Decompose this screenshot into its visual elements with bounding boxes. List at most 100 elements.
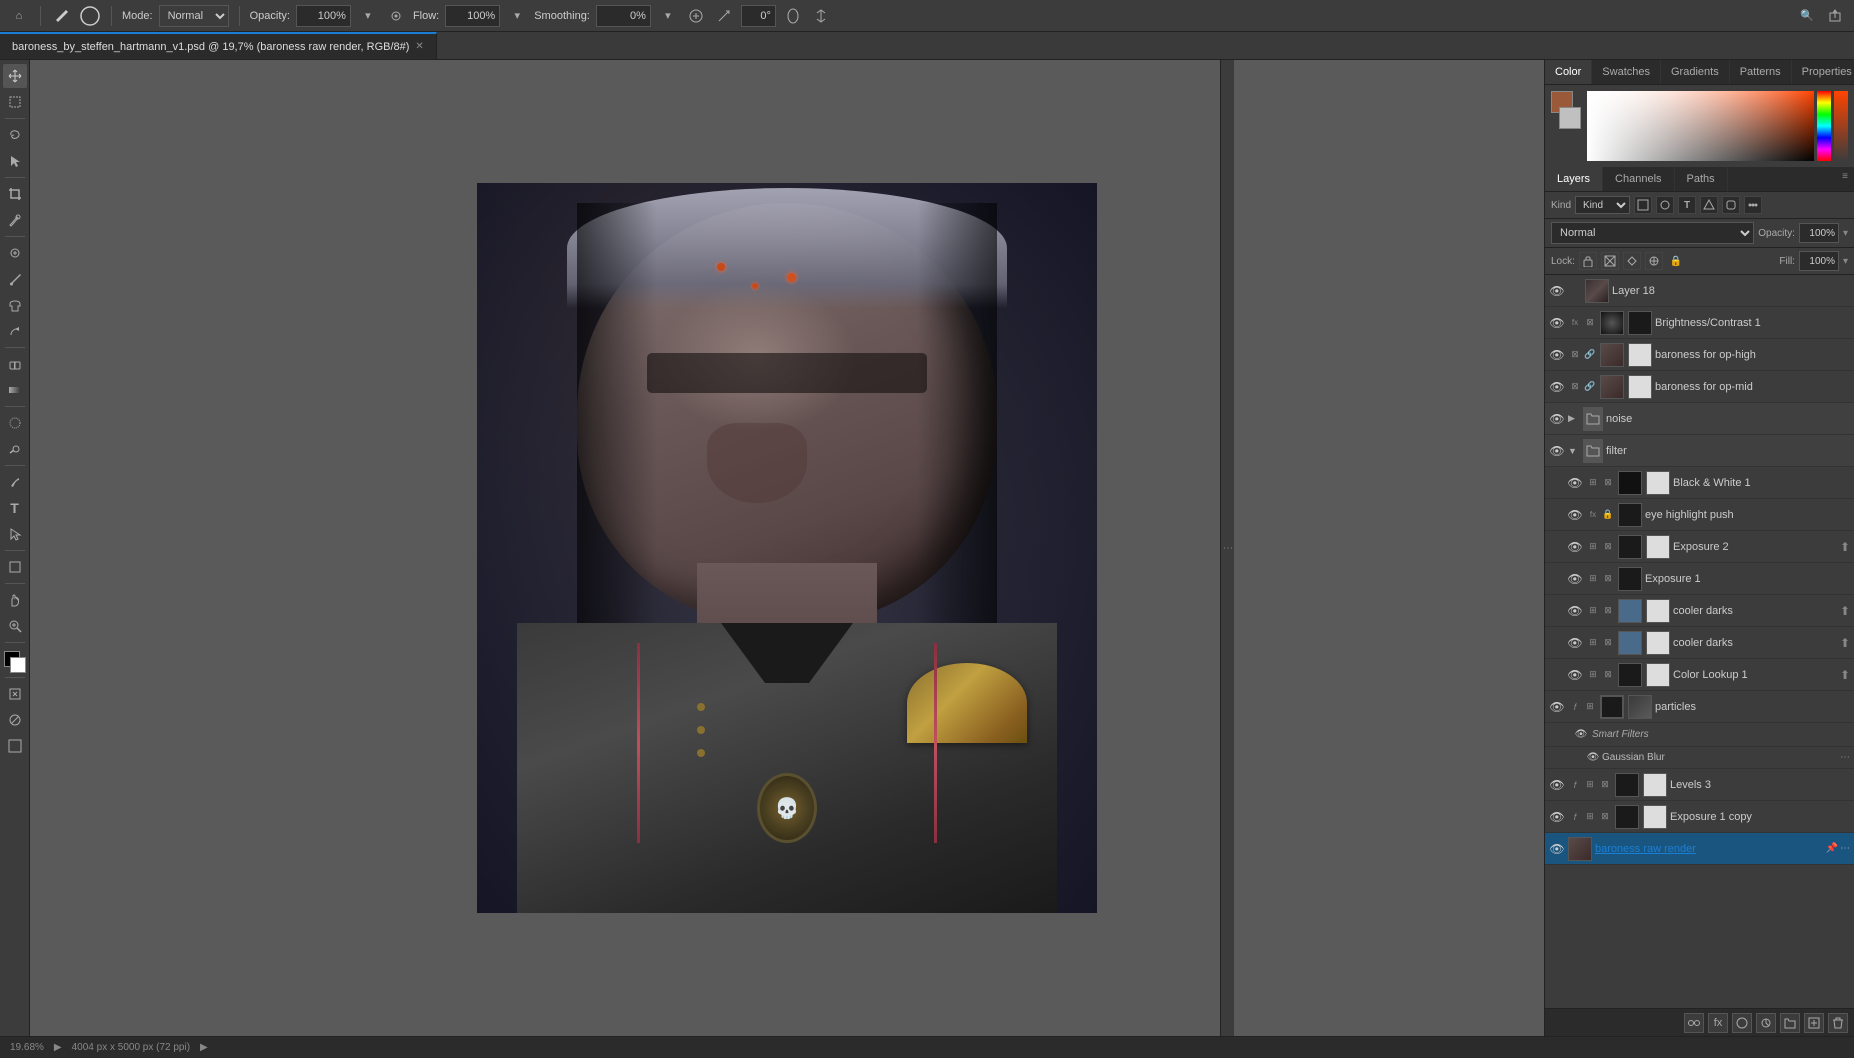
smoothing-expand-icon[interactable]: ▾ (657, 5, 679, 27)
filter-options-btn[interactable] (1744, 196, 1762, 214)
status-nav[interactable]: ▶ (200, 1042, 208, 1053)
layer-item[interactable]: 👁 fx ⊠ Brightness/Contrast 1 (1545, 307, 1854, 339)
symmetry-icon[interactable] (810, 5, 832, 27)
document-tab[interactable]: baroness_by_steffen_hartmann_v1.psd @ 19… (0, 32, 437, 59)
add-style-btn[interactable]: fx (1708, 1013, 1728, 1033)
more-icon[interactable]: ⋯ (1840, 843, 1850, 854)
tool-path-select[interactable] (3, 522, 27, 546)
status-expand[interactable]: ▶ (54, 1042, 62, 1053)
lock-position-btn[interactable] (1645, 252, 1663, 270)
home-icon[interactable]: ⌂ (8, 5, 30, 27)
color-spectrum[interactable] (1587, 91, 1814, 161)
blend-mode-select[interactable]: Normal (1551, 222, 1754, 244)
mode-select[interactable]: Normal (159, 5, 229, 27)
tool-lasso[interactable] (3, 123, 27, 147)
folder-expand-icon[interactable]: ▶ (1568, 413, 1580, 424)
collapse-handle[interactable]: ⋮ (1222, 543, 1233, 554)
visibility-eye[interactable]: 👁 (1549, 315, 1565, 331)
tab-patterns[interactable]: Patterns (1730, 60, 1792, 84)
layer-item[interactable]: 👁 baroness raw render 📌 ⋯ (1545, 833, 1854, 865)
tool-zoom[interactable] (3, 614, 27, 638)
visibility-eye[interactable]: 👁 (1549, 809, 1565, 825)
layer-item[interactable]: 👁 fx 🔒 eye highlight push (1545, 499, 1854, 531)
tool-history-brush[interactable] (3, 319, 27, 343)
visibility-eye[interactable]: 👁 (1549, 841, 1565, 857)
tab-swatches[interactable]: Swatches (1592, 60, 1661, 84)
layer-folder[interactable]: 👁 ▶ noise (1545, 403, 1854, 435)
visibility-eye[interactable]: 👁 (1549, 777, 1565, 793)
layer-item[interactable]: 👁 ⊞ ⊠ Color Lookup 1 ⬆ (1545, 659, 1854, 691)
tool-text[interactable]: T (3, 496, 27, 520)
fill-value[interactable] (1799, 251, 1839, 271)
smoothing-input[interactable] (596, 5, 651, 27)
visibility-eye[interactable]: 👁 (1549, 283, 1565, 299)
layer-item[interactable]: 👁 f ⊞ particles (1545, 691, 1854, 723)
lock-transparent-btn[interactable] (1579, 252, 1597, 270)
layers-panel-menu[interactable]: ≡ (1836, 167, 1854, 191)
add-layer-btn[interactable] (1804, 1013, 1824, 1033)
canvas-image[interactable]: 💀 (477, 183, 1097, 913)
tab-color[interactable]: Color (1545, 60, 1592, 84)
visibility-eye[interactable]: 👁 (1549, 411, 1565, 427)
layer-item[interactable]: 👁 ⊠ 🔗 baroness for op-mid (1545, 371, 1854, 403)
visibility-eye[interactable]: 👁 (1549, 379, 1565, 395)
share-icon[interactable] (1824, 5, 1846, 27)
tab-gradients[interactable]: Gradients (1661, 60, 1730, 84)
visibility-eye[interactable]: 👁 (1549, 443, 1565, 459)
layer-folder[interactable]: 👁 ▼ filter (1545, 435, 1854, 467)
filter-shape-btn[interactable] (1700, 196, 1718, 214)
pressure-icon[interactable] (782, 5, 804, 27)
flow-input[interactable] (445, 5, 500, 27)
visibility-eye[interactable]: 👁 (1567, 539, 1583, 555)
layer-item[interactable]: 👁 ⊠ 🔗 baroness for op-high (1545, 339, 1854, 371)
smoothing-options-icon[interactable] (685, 5, 707, 27)
visibility-eye[interactable]: 👁 (1567, 571, 1583, 587)
canvas-area[interactable]: 💀 ⋮ (30, 60, 1544, 1036)
filter-smart-btn[interactable] (1722, 196, 1740, 214)
search-icon[interactable]: 🔍 (1796, 5, 1818, 27)
tool-eyedropper[interactable] (3, 208, 27, 232)
tool-pen[interactable] (3, 470, 27, 494)
flow-expand-icon[interactable]: ▾ (506, 5, 528, 27)
opacity-value[interactable] (1799, 223, 1839, 243)
lock-artboard-btn[interactable] (1623, 252, 1641, 270)
fill-expand[interactable]: ▾ (1843, 256, 1848, 267)
pin-icon[interactable]: 📌 (1826, 843, 1838, 854)
delete-layer-btn[interactable] (1828, 1013, 1848, 1033)
link-layers-btn[interactable] (1684, 1013, 1704, 1033)
tool-artboard[interactable] (3, 90, 27, 114)
lock-all-btn[interactable]: 🔒 (1667, 252, 1685, 270)
tab-close-button[interactable]: ✕ (415, 41, 423, 52)
tool-move[interactable] (3, 64, 27, 88)
angle-input[interactable] (741, 5, 776, 27)
tab-layers[interactable]: Layers (1545, 167, 1603, 191)
layer-item[interactable]: 👁 ⊞ ⊠ cooler darks ⬆ (1545, 595, 1854, 627)
tool-dodge[interactable] (3, 437, 27, 461)
layer-item[interactable]: 👁 ⊞ ⊠ cooler darks ⬆ (1545, 627, 1854, 659)
opacity-expand[interactable]: ▾ (1843, 228, 1848, 239)
layer-item[interactable]: 👁 f ⊞ ⊠ Levels 3 (1545, 769, 1854, 801)
clipping-mask-icon[interactable]: ⬆ (1840, 636, 1850, 650)
visibility-eye[interactable]: 👁 (1549, 699, 1565, 715)
opacity-input[interactable] (296, 5, 351, 27)
visibility-eye[interactable]: 👁 (1567, 507, 1583, 523)
layer-item[interactable]: 👁 ⊞ ⊠ Black & White 1 (1545, 467, 1854, 499)
add-group-btn[interactable] (1780, 1013, 1800, 1033)
tool-shape[interactable] (3, 555, 27, 579)
tool-gradient[interactable] (3, 378, 27, 402)
kind-select[interactable]: Kind (1575, 196, 1630, 214)
tab-channels[interactable]: Channels (1603, 167, 1674, 191)
layer-item[interactable]: 👁 ⊞ ⊠ Exposure 2 ⬆ (1545, 531, 1854, 563)
clipping-mask-icon[interactable]: ⬆ (1840, 604, 1850, 618)
layer-item[interactable]: 👁 f ⊞ ⊠ Exposure 1 copy (1545, 801, 1854, 833)
brush-options-icon[interactable] (79, 5, 101, 27)
tab-properties[interactable]: Properties (1792, 60, 1854, 84)
visibility-eye[interactable]: 👁 (1549, 347, 1565, 363)
tool-crop[interactable] (3, 182, 27, 206)
visibility-eye[interactable]: 👁 (1587, 750, 1599, 766)
visibility-eye[interactable]: 👁 (1567, 635, 1583, 651)
layer-item[interactable]: 👁 ⊞ ⊠ Exposure 1 (1545, 563, 1854, 595)
airbrush-icon[interactable] (385, 5, 407, 27)
clipping-mask-icon[interactable]: ⬆ (1840, 540, 1850, 554)
panel-collapse-strip[interactable]: ⋮ (1220, 60, 1234, 1036)
